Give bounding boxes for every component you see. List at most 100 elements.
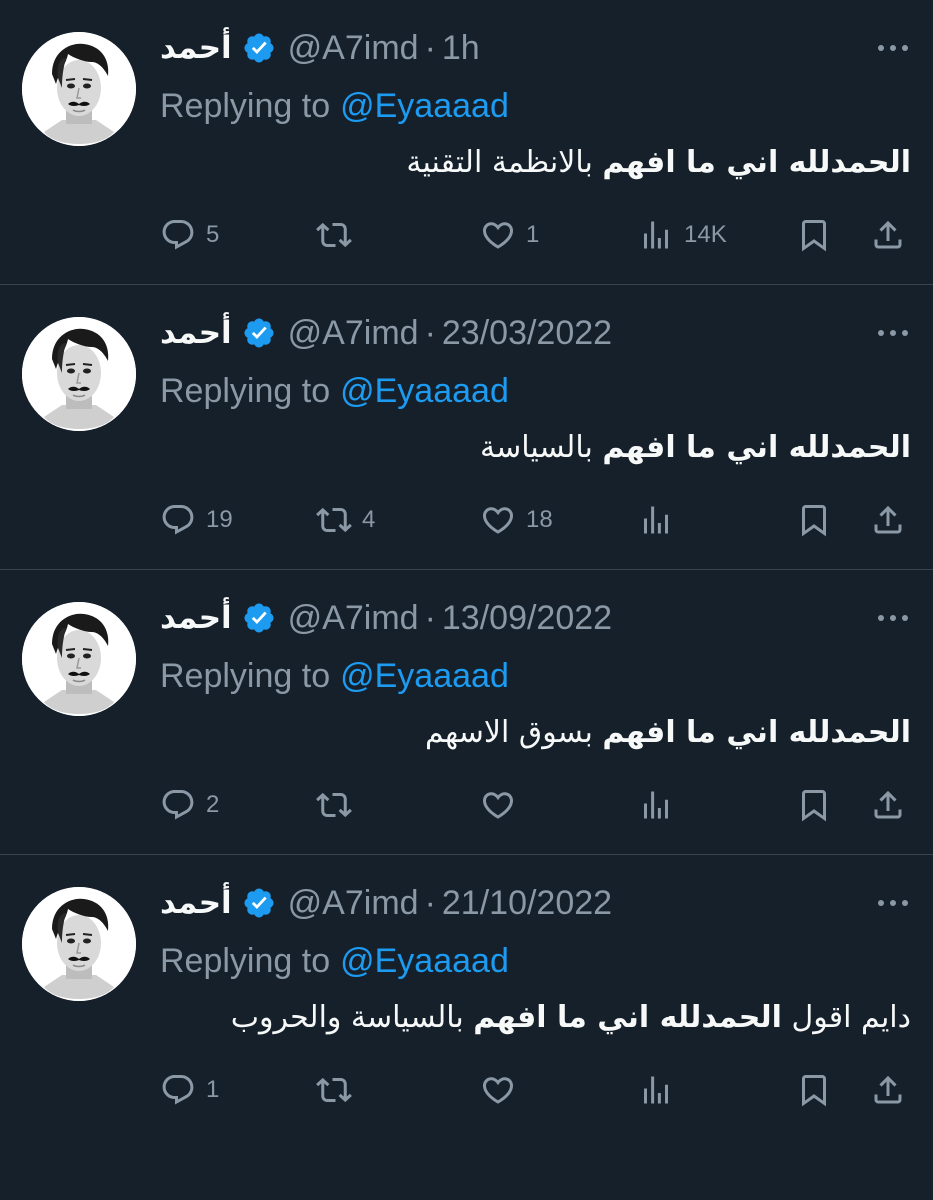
share-button[interactable]	[870, 497, 906, 543]
retweet-button[interactable]	[316, 212, 362, 258]
like-button[interactable]: 18	[480, 497, 553, 543]
reply-bubble-icon	[162, 790, 194, 820]
avatar-portrait-image	[22, 887, 136, 1001]
replying-to-handle[interactable]: @Eyaaaad	[340, 657, 509, 696]
replying-to-label: Replying to	[160, 86, 331, 125]
avatar[interactable]	[22, 317, 136, 431]
retweet-button[interactable]: 4	[316, 497, 375, 543]
reply-count: 1	[206, 1076, 220, 1103]
separator-dot: ·	[424, 28, 436, 67]
share-upload-icon	[874, 1075, 902, 1104]
avatar[interactable]	[22, 32, 136, 146]
timestamp[interactable]: 23/03/2022	[442, 314, 612, 353]
like-button[interactable]	[480, 782, 526, 828]
tweet-text-bold: الحمدلله اني ما افهم	[602, 145, 911, 180]
share-button[interactable]	[870, 782, 906, 828]
verified-badge-icon[interactable]	[242, 31, 276, 65]
action-bar: 5 1 14K	[160, 212, 911, 258]
views-bar-chart-icon	[644, 506, 668, 534]
replying-to-label: Replying to	[160, 371, 331, 410]
views-bar-chart-icon	[644, 221, 668, 249]
avatar-portrait-image	[22, 32, 136, 146]
views-button[interactable]: 14K	[638, 212, 727, 258]
tweet-header: أحمد @A7imd · 1h	[160, 26, 480, 70]
tweet-text-prefix: دايم اقول	[781, 1000, 911, 1035]
like-count: 18	[526, 506, 553, 533]
views-button[interactable]	[638, 782, 684, 828]
like-button[interactable]	[480, 1067, 526, 1113]
tweet-text-regular: بسوق الاسهم	[425, 715, 603, 750]
retweet-icon	[316, 507, 352, 533]
like-button[interactable]: 1	[480, 212, 539, 258]
more-dots-icon[interactable]	[875, 36, 911, 60]
more-dots-icon[interactable]	[875, 606, 911, 630]
replying-to-handle[interactable]: @Eyaaaad	[340, 87, 509, 126]
bookmark-button[interactable]	[796, 497, 832, 543]
share-button[interactable]	[870, 1067, 906, 1113]
views-button[interactable]	[638, 497, 684, 543]
timestamp[interactable]: 21/10/2022	[442, 884, 612, 923]
tweet[interactable]: أحمد @A7imd · 1h Replying to @Eyaaaad ال…	[0, 0, 933, 285]
verified-badge-icon[interactable]	[242, 316, 276, 350]
verified-badge-icon[interactable]	[242, 601, 276, 635]
display-name[interactable]: أحمد	[160, 315, 232, 351]
user-handle[interactable]: @A7imd	[288, 884, 419, 923]
timestamp[interactable]: 1h	[442, 29, 480, 68]
retweet-button[interactable]	[316, 1067, 362, 1113]
display-name[interactable]: أحمد	[160, 885, 232, 921]
reply-button[interactable]: 5	[160, 212, 219, 258]
reply-button[interactable]: 2	[160, 782, 219, 828]
action-bar: 19 4 18	[160, 497, 911, 543]
reply-count: 19	[206, 506, 233, 533]
tweet-text-bold: الحمدلله اني ما افهم	[602, 430, 911, 465]
replying-to-label: Replying to	[160, 656, 331, 695]
user-handle[interactable]: @A7imd	[288, 599, 419, 638]
more-dots-icon[interactable]	[875, 891, 911, 915]
display-name[interactable]: أحمد	[160, 30, 232, 66]
views-button[interactable]	[638, 1067, 684, 1113]
share-upload-icon	[874, 505, 902, 534]
share-button[interactable]	[870, 212, 906, 258]
timeline: أحمد @A7imd · 1h Replying to @Eyaaaad ال…	[0, 0, 933, 1140]
timestamp[interactable]: 13/09/2022	[442, 599, 612, 638]
bookmark-button[interactable]	[796, 782, 832, 828]
more-dots-icon[interactable]	[875, 321, 911, 345]
views-bar-chart-icon	[644, 791, 668, 819]
reply-button[interactable]: 1	[160, 1067, 219, 1113]
bookmark-button[interactable]	[796, 1067, 832, 1113]
heart-icon	[482, 1077, 514, 1104]
reply-button[interactable]: 19	[160, 497, 233, 543]
display-name[interactable]: أحمد	[160, 600, 232, 636]
reply-count: 2	[206, 791, 220, 818]
verified-badge-icon[interactable]	[242, 886, 276, 920]
replying-to-handle[interactable]: @Eyaaaad	[340, 942, 509, 981]
tweet-text-regular: بالسياسة والحروب	[230, 1000, 474, 1035]
tweet-text-bold: الحمدلله اني ما افهم	[602, 715, 911, 750]
replying-to: Replying to @Eyaaaad	[160, 939, 509, 983]
retweet-icon	[316, 1077, 352, 1103]
user-handle[interactable]: @A7imd	[288, 314, 419, 353]
retweet-button[interactable]	[316, 782, 362, 828]
action-bar: 2	[160, 782, 911, 828]
replying-to-handle[interactable]: @Eyaaaad	[340, 372, 509, 411]
bookmark-button[interactable]	[796, 212, 832, 258]
tweet-header: أحمد @A7imd · 13/09/2022	[160, 596, 612, 640]
avatar[interactable]	[22, 887, 136, 1001]
separator-dot: ·	[424, 883, 436, 922]
replying-to: Replying to @Eyaaaad	[160, 84, 509, 128]
bookmark-icon	[802, 1075, 826, 1107]
tweet[interactable]: أحمد @A7imd · 13/09/2022 Replying to @Ey…	[0, 570, 933, 855]
heart-icon	[482, 507, 514, 534]
tweet[interactable]: أحمد @A7imd · 23/03/2022 Replying to @Ey…	[0, 285, 933, 570]
reply-bubble-icon	[162, 220, 194, 250]
user-handle[interactable]: @A7imd	[288, 29, 419, 68]
tweet-text-regular: بالانظمة التقنية	[406, 145, 603, 180]
replying-to: Replying to @Eyaaaad	[160, 369, 509, 413]
separator-dot: ·	[424, 598, 436, 637]
retweet-icon	[316, 792, 352, 818]
tweet[interactable]: أحمد @A7imd · 21/10/2022 Replying to @Ey…	[0, 855, 933, 1140]
like-count: 1	[526, 221, 540, 248]
bookmark-icon	[802, 220, 826, 252]
heart-icon	[482, 792, 514, 819]
avatar[interactable]	[22, 602, 136, 716]
